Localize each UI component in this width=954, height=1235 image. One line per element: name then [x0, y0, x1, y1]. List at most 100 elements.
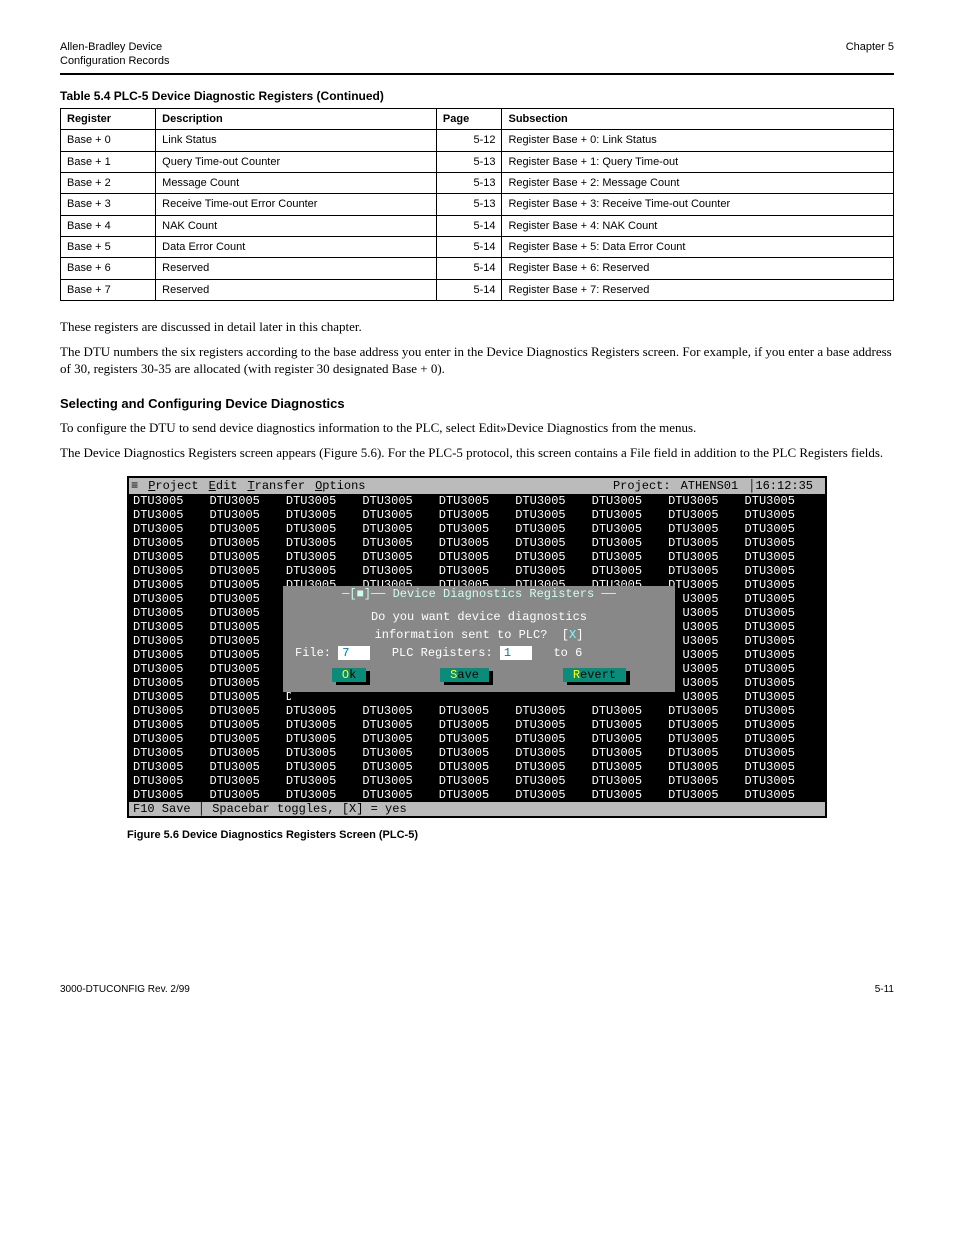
- bg-word: DTU3005: [209, 648, 285, 662]
- bg-word: DTU3005: [133, 508, 209, 522]
- bg-word: DTU3005: [209, 704, 285, 718]
- bg-word: DTU3005: [592, 760, 668, 774]
- bg-word: DTU3005: [133, 662, 209, 676]
- bg-word: DTU3005: [362, 508, 438, 522]
- bg-word: DTU3005: [592, 746, 668, 760]
- bg-word: DTU3005: [668, 634, 744, 648]
- dialog-inputs-row: File: 7 PLC Registers: 1 to 6: [295, 646, 663, 660]
- bg-word: DTU3005: [209, 718, 285, 732]
- table-cell: Register Base + 6: Reserved: [502, 258, 894, 279]
- table-cell: Reserved: [156, 279, 437, 300]
- bg-word: DTU3005: [439, 536, 515, 550]
- para: The DTU numbers the six registers accord…: [60, 344, 894, 378]
- bg-word: DTU3005: [362, 760, 438, 774]
- header-rule: [60, 73, 894, 75]
- bg-word: DTU3005: [439, 774, 515, 788]
- bg-word: DTU3005: [286, 550, 362, 564]
- table-cell: NAK Count: [156, 215, 437, 236]
- table-cell: 5-14: [436, 236, 502, 257]
- bg-word: DTU3005: [133, 690, 209, 704]
- bg-word: DTU3005: [286, 494, 362, 508]
- table-cell: Register Base + 2: Message Count: [502, 173, 894, 194]
- revert-button[interactable]: Revert: [563, 668, 626, 682]
- file-label: File:: [295, 646, 338, 660]
- bg-word: DTU3005: [515, 564, 591, 578]
- table-cell: Base + 0: [61, 130, 156, 151]
- menu-edit[interactable]: Edit: [209, 479, 238, 493]
- bg-word: DTU3005: [439, 494, 515, 508]
- bg-word: DTU3005: [439, 550, 515, 564]
- bg-word: DTU3005: [668, 564, 744, 578]
- table-cell: Register Base + 0: Link Status: [502, 130, 894, 151]
- bg-word: DTU3005: [592, 508, 668, 522]
- bg-word: DTU3005: [668, 536, 744, 550]
- bg-word: DTU3005: [209, 774, 285, 788]
- bg-word: DTU3005: [745, 620, 821, 634]
- table-cell: 5-13: [436, 173, 502, 194]
- bg-word: DTU3005: [515, 690, 591, 704]
- bg-word: DTU3005: [133, 536, 209, 550]
- bg-word: DTU3005: [515, 718, 591, 732]
- bg-word: DTU3005: [362, 746, 438, 760]
- bg-word: DTU3005: [133, 634, 209, 648]
- menu-project[interactable]: Project: [148, 479, 198, 493]
- table-header: Page: [436, 109, 502, 130]
- bg-word: DTU3005: [668, 718, 744, 732]
- bg-word: DTU3005: [668, 508, 744, 522]
- section-heading: Selecting and Configuring Device Diagnos…: [60, 396, 894, 413]
- bg-word: DTU3005: [286, 522, 362, 536]
- table-caption: Table 5.4 PLC-5 Device Diagnostic Regist…: [60, 89, 894, 105]
- bg-word: DTU3005: [745, 718, 821, 732]
- bg-word: DTU3005: [209, 634, 285, 648]
- bg-word: DTU3005: [286, 718, 362, 732]
- bg-word: DTU3005: [745, 746, 821, 760]
- file-input[interactable]: 7: [338, 646, 370, 660]
- bg-word: DTU3005: [133, 564, 209, 578]
- bg-word: DTU3005: [133, 718, 209, 732]
- bg-word: DTU3005: [209, 606, 285, 620]
- bg-word: DTU3005: [133, 606, 209, 620]
- project-name: ATHENS01: [681, 479, 739, 493]
- bg-word: DTU3005: [592, 536, 668, 550]
- bg-word: DTU3005: [362, 536, 438, 550]
- bg-word: DTU3005: [668, 760, 744, 774]
- regs-to-label: to: [532, 646, 575, 660]
- save-button[interactable]: Save: [440, 668, 489, 682]
- bg-word: DTU3005: [286, 690, 362, 704]
- bg-word: DTU3005: [592, 564, 668, 578]
- table-cell: Base + 6: [61, 258, 156, 279]
- table-cell: 5-13: [436, 151, 502, 172]
- bg-word: DTU3005: [515, 522, 591, 536]
- bg-word: DTU3005: [745, 564, 821, 578]
- table-cell: Base + 2: [61, 173, 156, 194]
- bg-word: DTU3005: [133, 550, 209, 564]
- dialog-question1: Do you want device diagnostics: [295, 610, 663, 624]
- menu-transfer[interactable]: Transfer: [247, 479, 305, 493]
- terminal-menubar: ≡ Project Edit Transfer Options Project:…: [129, 478, 825, 494]
- bg-word: DTU3005: [592, 732, 668, 746]
- bg-word: DTU3005: [209, 592, 285, 606]
- bg-word: DTU3005: [592, 690, 668, 704]
- bg-word: DTU3005: [668, 774, 744, 788]
- table-cell: 5-13: [436, 194, 502, 215]
- menu-options[interactable]: Options: [315, 479, 365, 493]
- bg-word: DTU3005: [286, 774, 362, 788]
- bg-word: DTU3005: [668, 662, 744, 676]
- figure-caption: Figure 5.6 Device Diagnostics Registers …: [127, 828, 827, 842]
- bg-word: DTU3005: [133, 648, 209, 662]
- reg-from-input[interactable]: 1: [500, 646, 532, 660]
- bg-word: DTU3005: [439, 508, 515, 522]
- diag-checkbox[interactable]: X: [569, 628, 576, 642]
- bg-word: DTU3005: [209, 578, 285, 592]
- table-row: Base + 0Link Status5-12Register Base + 0…: [61, 130, 894, 151]
- menu-system[interactable]: ≡: [131, 479, 138, 493]
- bg-word: DTU3005: [133, 676, 209, 690]
- ok-button[interactable]: Ok: [332, 668, 366, 682]
- table-cell: 5-14: [436, 279, 502, 300]
- bg-word: DTU3005: [362, 564, 438, 578]
- table-cell: Message Count: [156, 173, 437, 194]
- bg-word: DTU3005: [362, 788, 438, 802]
- bg-word: DTU3005: [668, 620, 744, 634]
- bg-word: DTU3005: [362, 550, 438, 564]
- table-row: Base + 7Reserved5-14Register Base + 7: R…: [61, 279, 894, 300]
